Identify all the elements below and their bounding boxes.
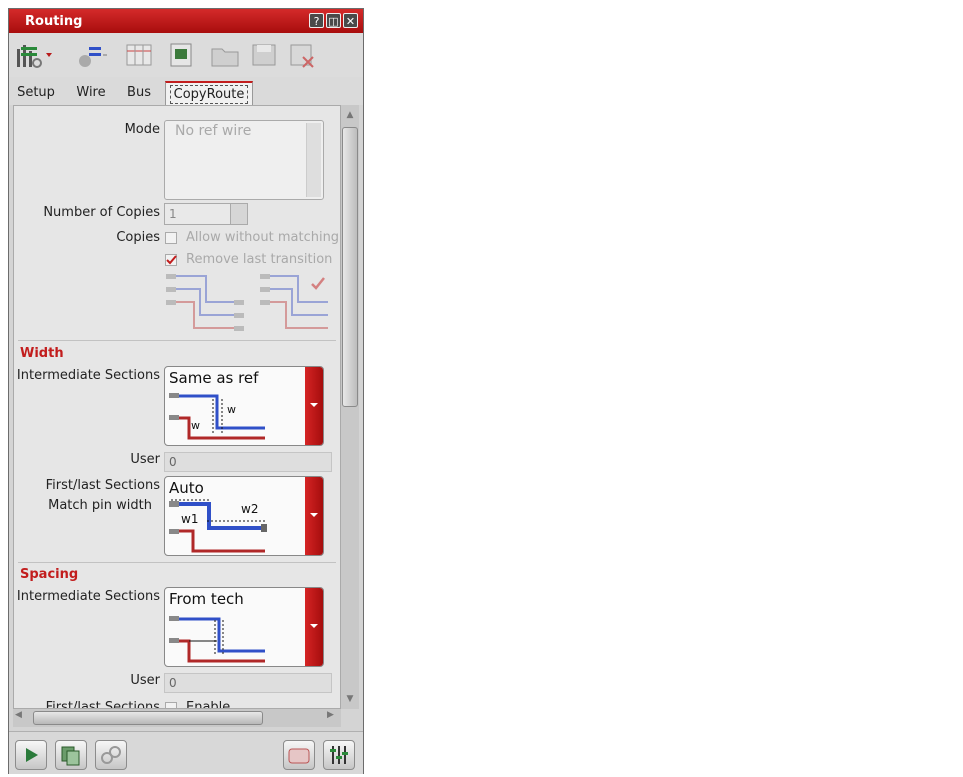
remove-last-transition-label: Remove last transition [186,252,333,267]
width-w2-annotation: w2 [241,502,258,516]
spacing-user-label: User [130,673,160,688]
inspect-button[interactable] [283,740,315,770]
tab-bus[interactable]: Bus [121,81,157,105]
scroll-up-icon[interactable]: ▲ [342,107,358,123]
horizontal-scrollbar[interactable]: ◀ ▶ [13,709,341,727]
match-pin-width-label: Match pin width [48,498,152,513]
route-options-icon[interactable] [15,41,52,69]
title-bar: Routing ? ◫ ✕ [9,9,363,33]
copyroute-content: Mode No ref wire Number of Copies 1 Copi… [13,105,341,709]
link-button[interactable] [95,740,127,770]
spacing-intermediate-combo[interactable]: From tech [164,587,324,667]
sliders-icon [330,746,348,764]
toolbar [9,33,363,78]
vertical-scrollbar[interactable]: ▲ ▼ [341,105,359,709]
save-icon[interactable] [249,41,281,69]
width-auto-diagram-icon: w1 w2 [169,499,267,553]
scroll-right-icon[interactable]: ▶ [327,710,334,720]
scroll-left-icon[interactable]: ◀ [15,710,22,720]
mode-list-scrollbar[interactable] [306,123,321,197]
link-icon [101,746,121,764]
tab-copyroute[interactable]: CopyRoute [165,81,253,107]
copies-diagram-icon [166,274,328,331]
run-button[interactable] [15,740,47,770]
width-intermediate-dropdown-arrow[interactable] [305,367,323,445]
separator [18,340,336,341]
help-icon[interactable]: ? [309,13,324,28]
connect-icon[interactable] [75,41,107,69]
spacing-user-field[interactable]: 0 [164,673,332,693]
play-icon [26,748,38,762]
separator [18,562,336,563]
spacing-from-tech-diagram-icon [169,616,265,663]
restore-icon[interactable]: ◫ [326,13,341,28]
document-icon[interactable] [165,41,197,69]
bottom-action-bar [9,731,363,774]
spacing-intermediate-dropdown-arrow[interactable] [305,588,323,666]
settings-button[interactable] [323,740,355,770]
copies-label: Copies [116,230,160,245]
width-user-field[interactable]: 0 [164,452,332,472]
width-firstlast-label: First/last Sections [45,478,160,493]
scroll-down-icon[interactable]: ▼ [342,691,358,707]
width-section-title: Width [20,346,64,361]
copies-count-label: Number of Copies [43,205,160,220]
width-w-annotation-2: w [191,419,200,432]
width-intermediate-combo[interactable]: Same as ref w w [164,366,324,446]
tab-bar: Setup Wire Bus CopyRoute [9,77,363,107]
width-user-label: User [130,452,160,467]
spacing-firstlast-label: First/last Sections [45,700,160,709]
spacing-section-title: Spacing [20,567,79,582]
width-intermediate-label: Intermediate Sections [16,368,160,383]
horizontal-scroll-thumb[interactable] [33,711,263,725]
spacing-enable-label: Enable [186,700,231,709]
copies-count-value: 1 [169,207,177,221]
width-firstlast-value: Auto [169,479,204,497]
tab-setup[interactable]: Setup [13,81,59,105]
copy-icon [61,746,80,766]
window-title: Routing [25,14,83,29]
width-firstlast-combo[interactable]: Auto w1 w2 [164,476,324,556]
copies-count-spinbox[interactable]: 1 [164,203,248,225]
width-firstlast-dropdown-arrow[interactable] [305,477,323,555]
spacing-intermediate-label: Intermediate Sections [16,589,160,604]
close-icon[interactable]: ✕ [343,13,358,28]
grid-table-icon[interactable] [123,41,155,69]
width-same-as-ref-diagram-icon: w w [169,393,265,440]
spacing-enable-checkbox[interactable] [165,702,177,708]
tab-wire[interactable]: Wire [71,81,111,105]
open-folder-icon[interactable] [209,41,241,69]
inspect-icon [288,748,310,764]
mode-listbox[interactable]: No ref wire [164,120,324,200]
delete-icon[interactable] [287,41,319,69]
routing-panel: Routing ? ◫ ✕ Setup Wire Bus CopyRoute M… [8,8,364,774]
allow-without-matching-checkbox[interactable] [165,232,177,244]
spinbox-arrows[interactable] [230,204,247,224]
remove-last-transition-checkbox[interactable] [165,254,177,266]
width-w1-annotation: w1 [181,512,198,526]
width-w-annotation: w [227,403,236,416]
mode-label: Mode [124,122,160,137]
mode-value: No ref wire [175,123,252,139]
copy-button[interactable] [55,740,87,770]
width-intermediate-value: Same as ref [169,369,259,387]
allow-without-matching-label: Allow without matching [186,230,340,245]
vertical-scroll-thumb[interactable] [342,127,358,407]
spacing-intermediate-value: From tech [169,590,244,608]
tab-copyroute-label: CopyRoute [169,85,249,104]
